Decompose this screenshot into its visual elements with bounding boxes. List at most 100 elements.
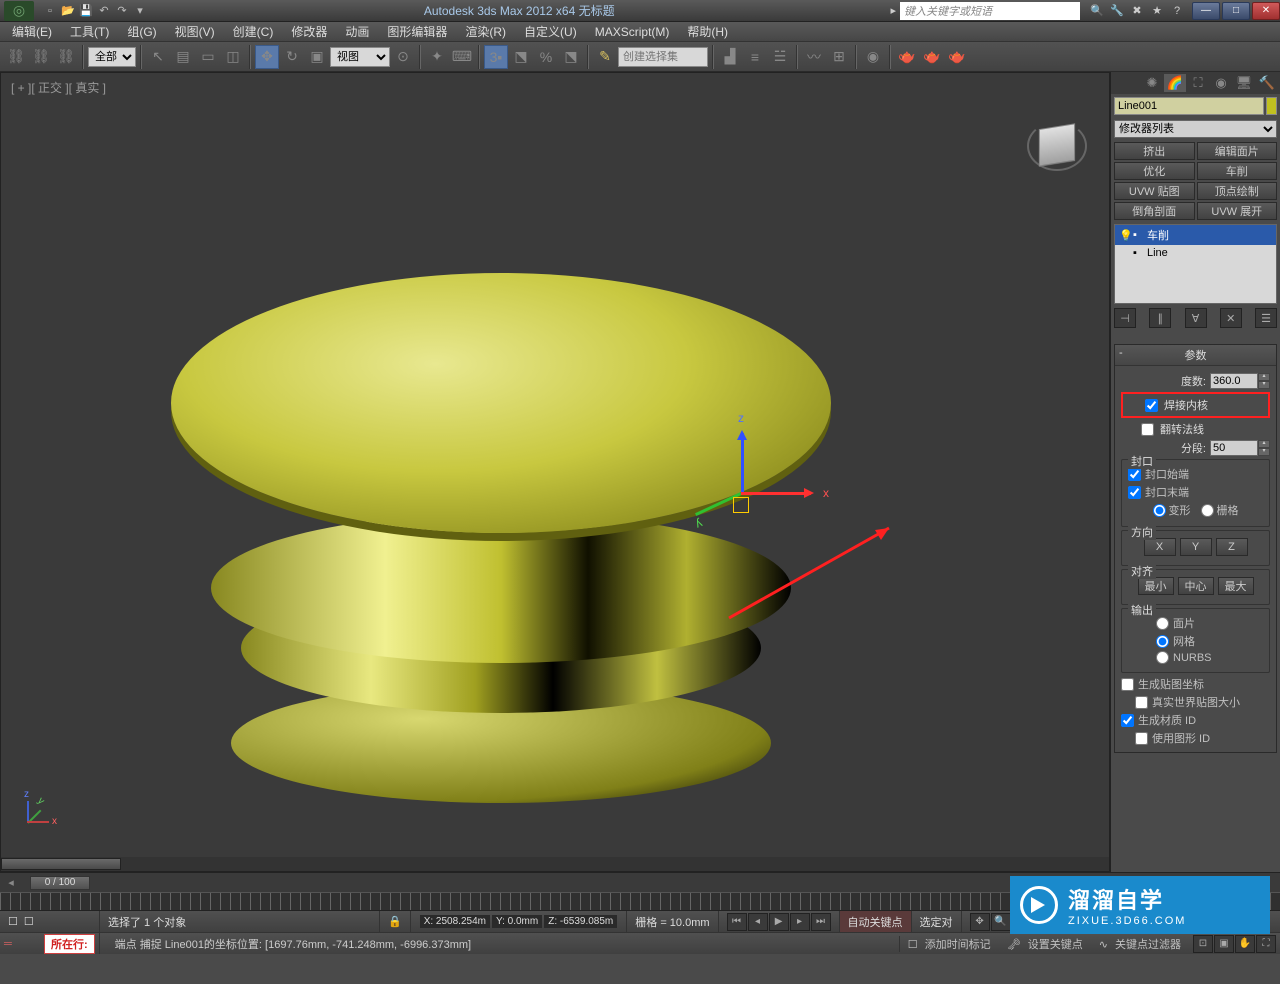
menu-render[interactable]: 渲染(R)	[457, 21, 514, 42]
cap-start-checkbox[interactable]	[1128, 468, 1141, 481]
align-min-button[interactable]: 最小	[1138, 577, 1174, 595]
named-selection-input[interactable]	[618, 47, 708, 67]
select-icon[interactable]: ↖	[146, 45, 170, 69]
rollout-header[interactable]: -参数	[1115, 345, 1276, 366]
dir-x-button[interactable]: X	[1144, 538, 1176, 556]
degrees-input[interactable]	[1210, 373, 1258, 389]
viewport-label[interactable]: [ + ][ 正交 ][ 真实 ]	[11, 79, 106, 96]
dir-z-button[interactable]: Z	[1216, 538, 1248, 556]
move-icon[interactable]: ✥	[255, 45, 279, 69]
gen-mat-checkbox[interactable]	[1121, 714, 1134, 727]
align-icon[interactable]: ≡	[743, 45, 767, 69]
motion-tab-icon[interactable]: ◉	[1210, 74, 1232, 92]
menu-views[interactable]: 视图(V)	[167, 21, 223, 42]
rotate-icon[interactable]: ↻	[280, 45, 304, 69]
maximize-button[interactable]: □	[1222, 2, 1250, 20]
zoom-icon[interactable]: 🔍	[991, 913, 1011, 931]
key-filter-button[interactable]: 关键点过滤器	[1115, 939, 1181, 951]
remove-mod-icon[interactable]: ✕	[1220, 308, 1242, 328]
menu-edit[interactable]: 编辑(E)	[4, 21, 60, 42]
set-key-button[interactable]: 设置关键点	[1028, 939, 1083, 951]
timeline-start-icon[interactable]: ◂	[0, 876, 22, 889]
percent-snap-icon[interactable]: %	[534, 45, 558, 69]
mod-btn-vertexpaint[interactable]: 顶点绘制	[1197, 182, 1278, 200]
expand-icon[interactable]: ▪	[1133, 229, 1143, 241]
key-icon[interactable]: 🗝	[1007, 939, 1021, 951]
add-time-tag[interactable]: ☐ 添加时间标记	[899, 936, 999, 952]
subscription-icon[interactable]: 🔧	[1108, 3, 1126, 19]
exchange-icon[interactable]: ✖	[1128, 3, 1146, 19]
menu-modifiers[interactable]: 修改器	[283, 21, 335, 42]
favorites-icon[interactable]: ★	[1148, 3, 1166, 19]
search-icon[interactable]: 🔍	[1088, 3, 1106, 19]
pin-stack-icon[interactable]: ⊣	[1114, 308, 1136, 328]
mod-btn-bevel[interactable]: 倒角剖面	[1114, 202, 1195, 220]
stack-item-lathe[interactable]: 💡 ▪ 车削	[1115, 225, 1276, 245]
render-frame-icon[interactable]: 🫖	[920, 45, 944, 69]
menu-maxscript[interactable]: MAXScript(M)	[587, 23, 678, 41]
gen-map-checkbox[interactable]	[1121, 678, 1134, 691]
z-coord[interactable]: Z: -6539.085m	[544, 915, 617, 928]
stack-item-line[interactable]: ▪ Line	[1115, 245, 1276, 261]
mod-btn-extrude[interactable]: 挤出	[1114, 142, 1195, 160]
window-cross-icon[interactable]: ◫	[221, 45, 245, 69]
save-icon[interactable]: 💾	[78, 3, 94, 19]
help-search-input[interactable]: 键入关键字或短语	[900, 2, 1080, 20]
mod-btn-lathe[interactable]: 车削	[1197, 162, 1278, 180]
select-name-icon[interactable]: ▤	[171, 45, 195, 69]
view-cube[interactable]	[1025, 113, 1089, 177]
modify-tab-icon[interactable]: 🌈	[1164, 74, 1186, 92]
select-rect-icon[interactable]: ▭	[196, 45, 220, 69]
sel-lock-icon[interactable]: ☐	[8, 915, 18, 928]
spin-down-icon[interactable]: ▾	[1258, 381, 1270, 389]
qat-dropdown-icon[interactable]: ▾	[132, 3, 148, 19]
menu-group[interactable]: 组(G)	[119, 21, 164, 42]
hierarchy-tab-icon[interactable]: ⛶	[1187, 74, 1209, 92]
manipulate-icon[interactable]: ✦	[425, 45, 449, 69]
mod-btn-editpatch[interactable]: 编辑面片	[1197, 142, 1278, 160]
out-mesh-radio[interactable]	[1156, 635, 1169, 648]
mod-btn-optimize[interactable]: 优化	[1114, 162, 1195, 180]
menu-help[interactable]: 帮助(H)	[679, 21, 736, 42]
spinner-snap-icon[interactable]: ⬔	[559, 45, 583, 69]
menu-graph[interactable]: 图形编辑器	[379, 21, 455, 42]
dir-y-button[interactable]: Y	[1180, 538, 1212, 556]
sel-lock2-icon[interactable]: ☐	[24, 915, 34, 928]
snap-toggle-icon[interactable]: 3▪	[484, 45, 508, 69]
edit-selection-icon[interactable]: ✎	[593, 45, 617, 69]
menu-create[interactable]: 创建(C)	[225, 21, 282, 42]
viewport[interactable]: [ + ][ 正交 ][ 真实 ]	[0, 72, 1110, 872]
align-max-button[interactable]: 最大	[1218, 577, 1254, 595]
angle-snap-icon[interactable]: ⬔	[509, 45, 533, 69]
mod-btn-uvwmap[interactable]: UVW 贴图	[1114, 182, 1195, 200]
new-icon[interactable]: ▫	[42, 3, 58, 19]
configure-icon[interactable]: ☰	[1255, 308, 1277, 328]
spin-down-icon[interactable]: ▾	[1258, 448, 1270, 456]
render-setup-icon[interactable]: 🫖	[895, 45, 919, 69]
schematic-icon[interactable]: ⊞	[827, 45, 851, 69]
weld-core-checkbox[interactable]	[1145, 399, 1158, 412]
infocenter-dropdown-icon[interactable]: ▸	[890, 4, 896, 17]
y-coord[interactable]: Y: 0.0mm	[492, 915, 542, 928]
x-coord[interactable]: X: 2508.254m	[420, 915, 490, 928]
material-icon[interactable]: ◉	[861, 45, 885, 69]
minimize-button[interactable]: —	[1192, 2, 1220, 20]
selection-filter-select[interactable]: 全部	[88, 47, 136, 67]
close-button[interactable]: ✕	[1252, 2, 1280, 20]
fov-icon[interactable]: ▣	[1214, 935, 1234, 953]
flip-normals-checkbox[interactable]	[1141, 423, 1154, 436]
pan2-icon[interactable]: ✋	[1235, 935, 1255, 953]
layer-icon[interactable]: ☱	[768, 45, 792, 69]
out-patch-radio[interactable]	[1156, 617, 1169, 630]
modifier-stack[interactable]: 💡 ▪ 车削 ▪ Line	[1114, 224, 1277, 304]
auto-key-button[interactable]: 自动关键点	[840, 911, 912, 932]
scale-icon[interactable]: ▣	[305, 45, 329, 69]
cap-end-checkbox[interactable]	[1128, 486, 1141, 499]
link-icon[interactable]: ⛓	[4, 45, 28, 69]
help-icon[interactable]: ?	[1168, 3, 1186, 19]
align-center-button[interactable]: 中心	[1178, 577, 1214, 595]
mirror-icon[interactable]: ▟	[718, 45, 742, 69]
undo-icon[interactable]: ↶	[96, 3, 112, 19]
key-filter-icon[interactable]: ∿	[1099, 939, 1108, 951]
time-slider-thumb[interactable]: 0 / 100	[30, 876, 90, 890]
